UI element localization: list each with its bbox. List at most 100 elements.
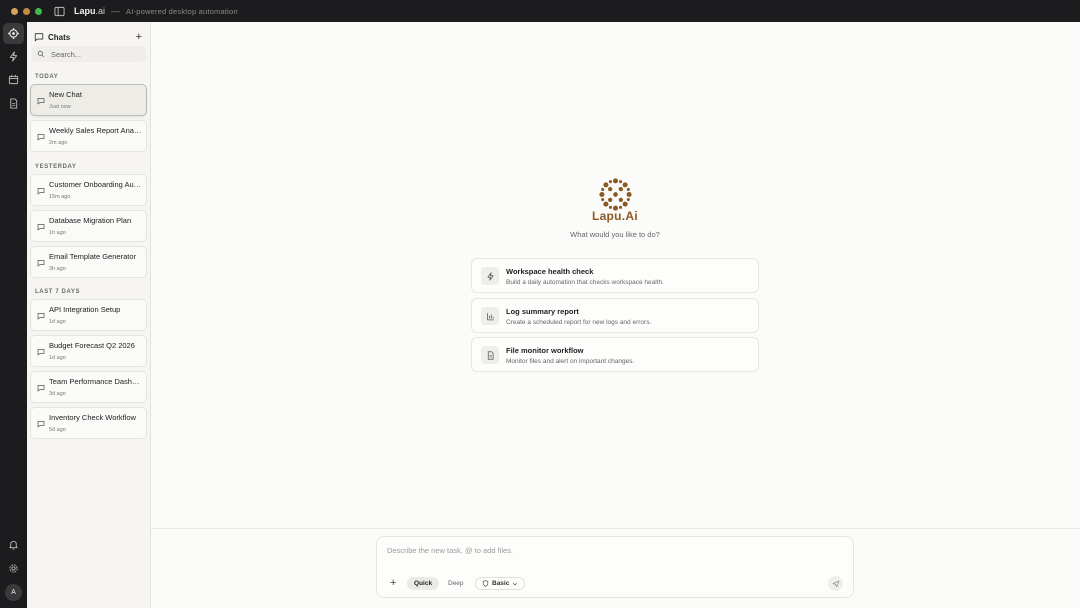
- suggestion-card[interactable]: Log summary report Create a scheduled re…: [471, 298, 759, 333]
- welcome-prompt: What would you like to do?: [570, 230, 660, 239]
- chat-group-label: TODAY: [35, 74, 59, 80]
- chat-title: API Integration Setup: [49, 305, 121, 314]
- chat-title: Customer Onboarding Automation: [49, 180, 143, 189]
- card-description: Build a daily automation that checks wor…: [506, 279, 664, 286]
- sidebar-toggle-icon[interactable]: [54, 6, 65, 17]
- brand-logo-icon: [599, 178, 632, 211]
- rail-home-button[interactable]: [3, 23, 24, 44]
- chat-bubble-icon: [37, 420, 45, 428]
- suggestion-card[interactable]: Workspace health check Build a daily aut…: [471, 258, 759, 293]
- minimize-window-button[interactable]: [23, 7, 30, 15]
- chat-list-item[interactable]: Customer Onboarding Automation 15m ago: [30, 174, 147, 206]
- chat-bubble-icon: [37, 223, 45, 231]
- brand-wordmark: Lapu.Ai: [591, 209, 639, 223]
- search-icon: [37, 50, 45, 58]
- chart-icon: [486, 312, 494, 320]
- chat-list-item[interactable]: API Integration Setup 1d ago: [30, 299, 147, 331]
- chat-timestamp: 3d ago: [49, 391, 66, 397]
- chat-list-item[interactable]: Team Performance Dashboard 3d ago: [30, 371, 147, 403]
- bell-icon: [9, 540, 18, 550]
- chat-timestamp: 2m ago: [49, 140, 68, 146]
- card-title: Workspace health check: [506, 267, 594, 276]
- mode-deep-button[interactable]: Deep: [441, 577, 471, 590]
- card-title: Log summary report: [506, 307, 579, 316]
- window-controls: [11, 7, 42, 15]
- chat-list-item[interactable]: Database Migration Plan 1h ago: [30, 210, 147, 242]
- send-button[interactable]: [828, 576, 843, 591]
- avatar[interactable]: A: [5, 584, 22, 601]
- lightning-icon: [9, 51, 18, 62]
- level-label: Basic: [492, 580, 510, 587]
- nav-rail: A: [0, 22, 27, 608]
- mode-quick-button[interactable]: Quick: [407, 577, 440, 590]
- close-window-button[interactable]: [11, 7, 18, 15]
- card-icon-wrap: [481, 307, 499, 325]
- chevron-down-icon: [513, 582, 518, 585]
- chat-list-item[interactable]: Inventory Check Workflow 5d ago: [30, 407, 147, 439]
- sidebar-header: Chats +: [34, 30, 144, 44]
- sidebar-title: Chats: [48, 32, 71, 42]
- search-input[interactable]: Search...: [32, 46, 146, 62]
- chat-title: Database Migration Plan: [49, 216, 132, 225]
- document-icon: [10, 98, 18, 109]
- chat-timestamp: 3h ago: [49, 266, 66, 272]
- rail-documents-button[interactable]: [3, 93, 24, 114]
- shield-icon: [482, 580, 489, 587]
- attach-button[interactable]: +: [390, 577, 396, 589]
- file-icon: [487, 350, 493, 360]
- chat-group-label: YESTERDAY: [35, 164, 77, 170]
- settings-button[interactable]: [3, 558, 24, 579]
- notifications-button[interactable]: [3, 534, 24, 555]
- chat-timestamp: Just now: [49, 104, 71, 110]
- gear-icon: [9, 564, 18, 573]
- chat-bubble-icon: [37, 97, 45, 105]
- calendar-icon: [8, 74, 19, 85]
- chat-timestamp: 1d ago: [49, 355, 66, 361]
- chat-bubble-icon: [37, 187, 45, 195]
- chat-bubble-icon: [37, 348, 45, 356]
- main-area: Lapu.Ai What would you like to do? Works…: [151, 22, 1080, 608]
- level-dropdown[interactable]: Basic: [475, 577, 526, 590]
- new-chat-button[interactable]: +: [136, 30, 142, 44]
- maximize-window-button[interactable]: [35, 7, 42, 15]
- chat-title: Team Performance Dashboard: [49, 377, 143, 386]
- send-icon: [832, 580, 839, 587]
- chat-timestamp: 1h ago: [49, 230, 66, 236]
- chat-bubble-icon: [37, 259, 45, 267]
- card-icon-wrap: [481, 346, 499, 364]
- logo-icon: [8, 28, 19, 39]
- title-separator: —: [111, 6, 121, 16]
- suggestion-card[interactable]: File monitor workflow Monitor files and …: [471, 337, 759, 372]
- app-subtitle: AI-powered desktop automation: [126, 6, 238, 16]
- search-placeholder: Search...: [51, 49, 82, 59]
- chat-bubble-icon: [37, 133, 45, 141]
- card-title: File monitor workflow: [506, 346, 584, 355]
- card-icon-wrap: [481, 267, 499, 285]
- chat-title: Inventory Check Workflow: [49, 413, 136, 422]
- rail-calendar-button[interactable]: [3, 69, 24, 90]
- chat-bubble-icon: [37, 384, 45, 392]
- rail-automations-button[interactable]: [3, 46, 24, 67]
- chat-list-item[interactable]: New Chat Just now: [30, 84, 147, 116]
- chat-bubble-icon: [34, 33, 44, 42]
- chat-title: Email Template Generator: [49, 252, 136, 261]
- app-name: Lapu.ai: [74, 6, 106, 16]
- title-bar: Lapu.ai — AI-powered desktop automation: [0, 0, 1080, 22]
- chat-title: Budget Forecast Q2 2026: [49, 341, 135, 350]
- chat-timestamp: 15m ago: [49, 194, 71, 200]
- chat-title: Weekly Sales Report Analysis: [49, 126, 143, 135]
- chat-timestamp: 1d ago: [49, 319, 66, 325]
- chat-bubble-icon: [37, 312, 45, 320]
- chat-list-item[interactable]: Email Template Generator 3h ago: [30, 246, 147, 278]
- composer-divider: [151, 528, 1080, 529]
- composer: Describe the new task, @ to add files. +…: [376, 536, 854, 598]
- chat-list-item[interactable]: Budget Forecast Q2 2026 1d ago: [30, 335, 147, 367]
- card-description: Monitor files and alert on important cha…: [506, 358, 635, 365]
- chat-list-item[interactable]: Weekly Sales Report Analysis 2m ago: [30, 120, 147, 152]
- chat-group-label: LAST 7 DAYS: [35, 289, 81, 295]
- card-description: Create a scheduled report for new logs a…: [506, 319, 652, 326]
- lightning-icon: [487, 271, 493, 281]
- chat-title: New Chat: [49, 90, 82, 99]
- task-input[interactable]: Describe the new task, @ to add files.: [387, 546, 827, 555]
- chat-timestamp: 5d ago: [49, 427, 66, 433]
